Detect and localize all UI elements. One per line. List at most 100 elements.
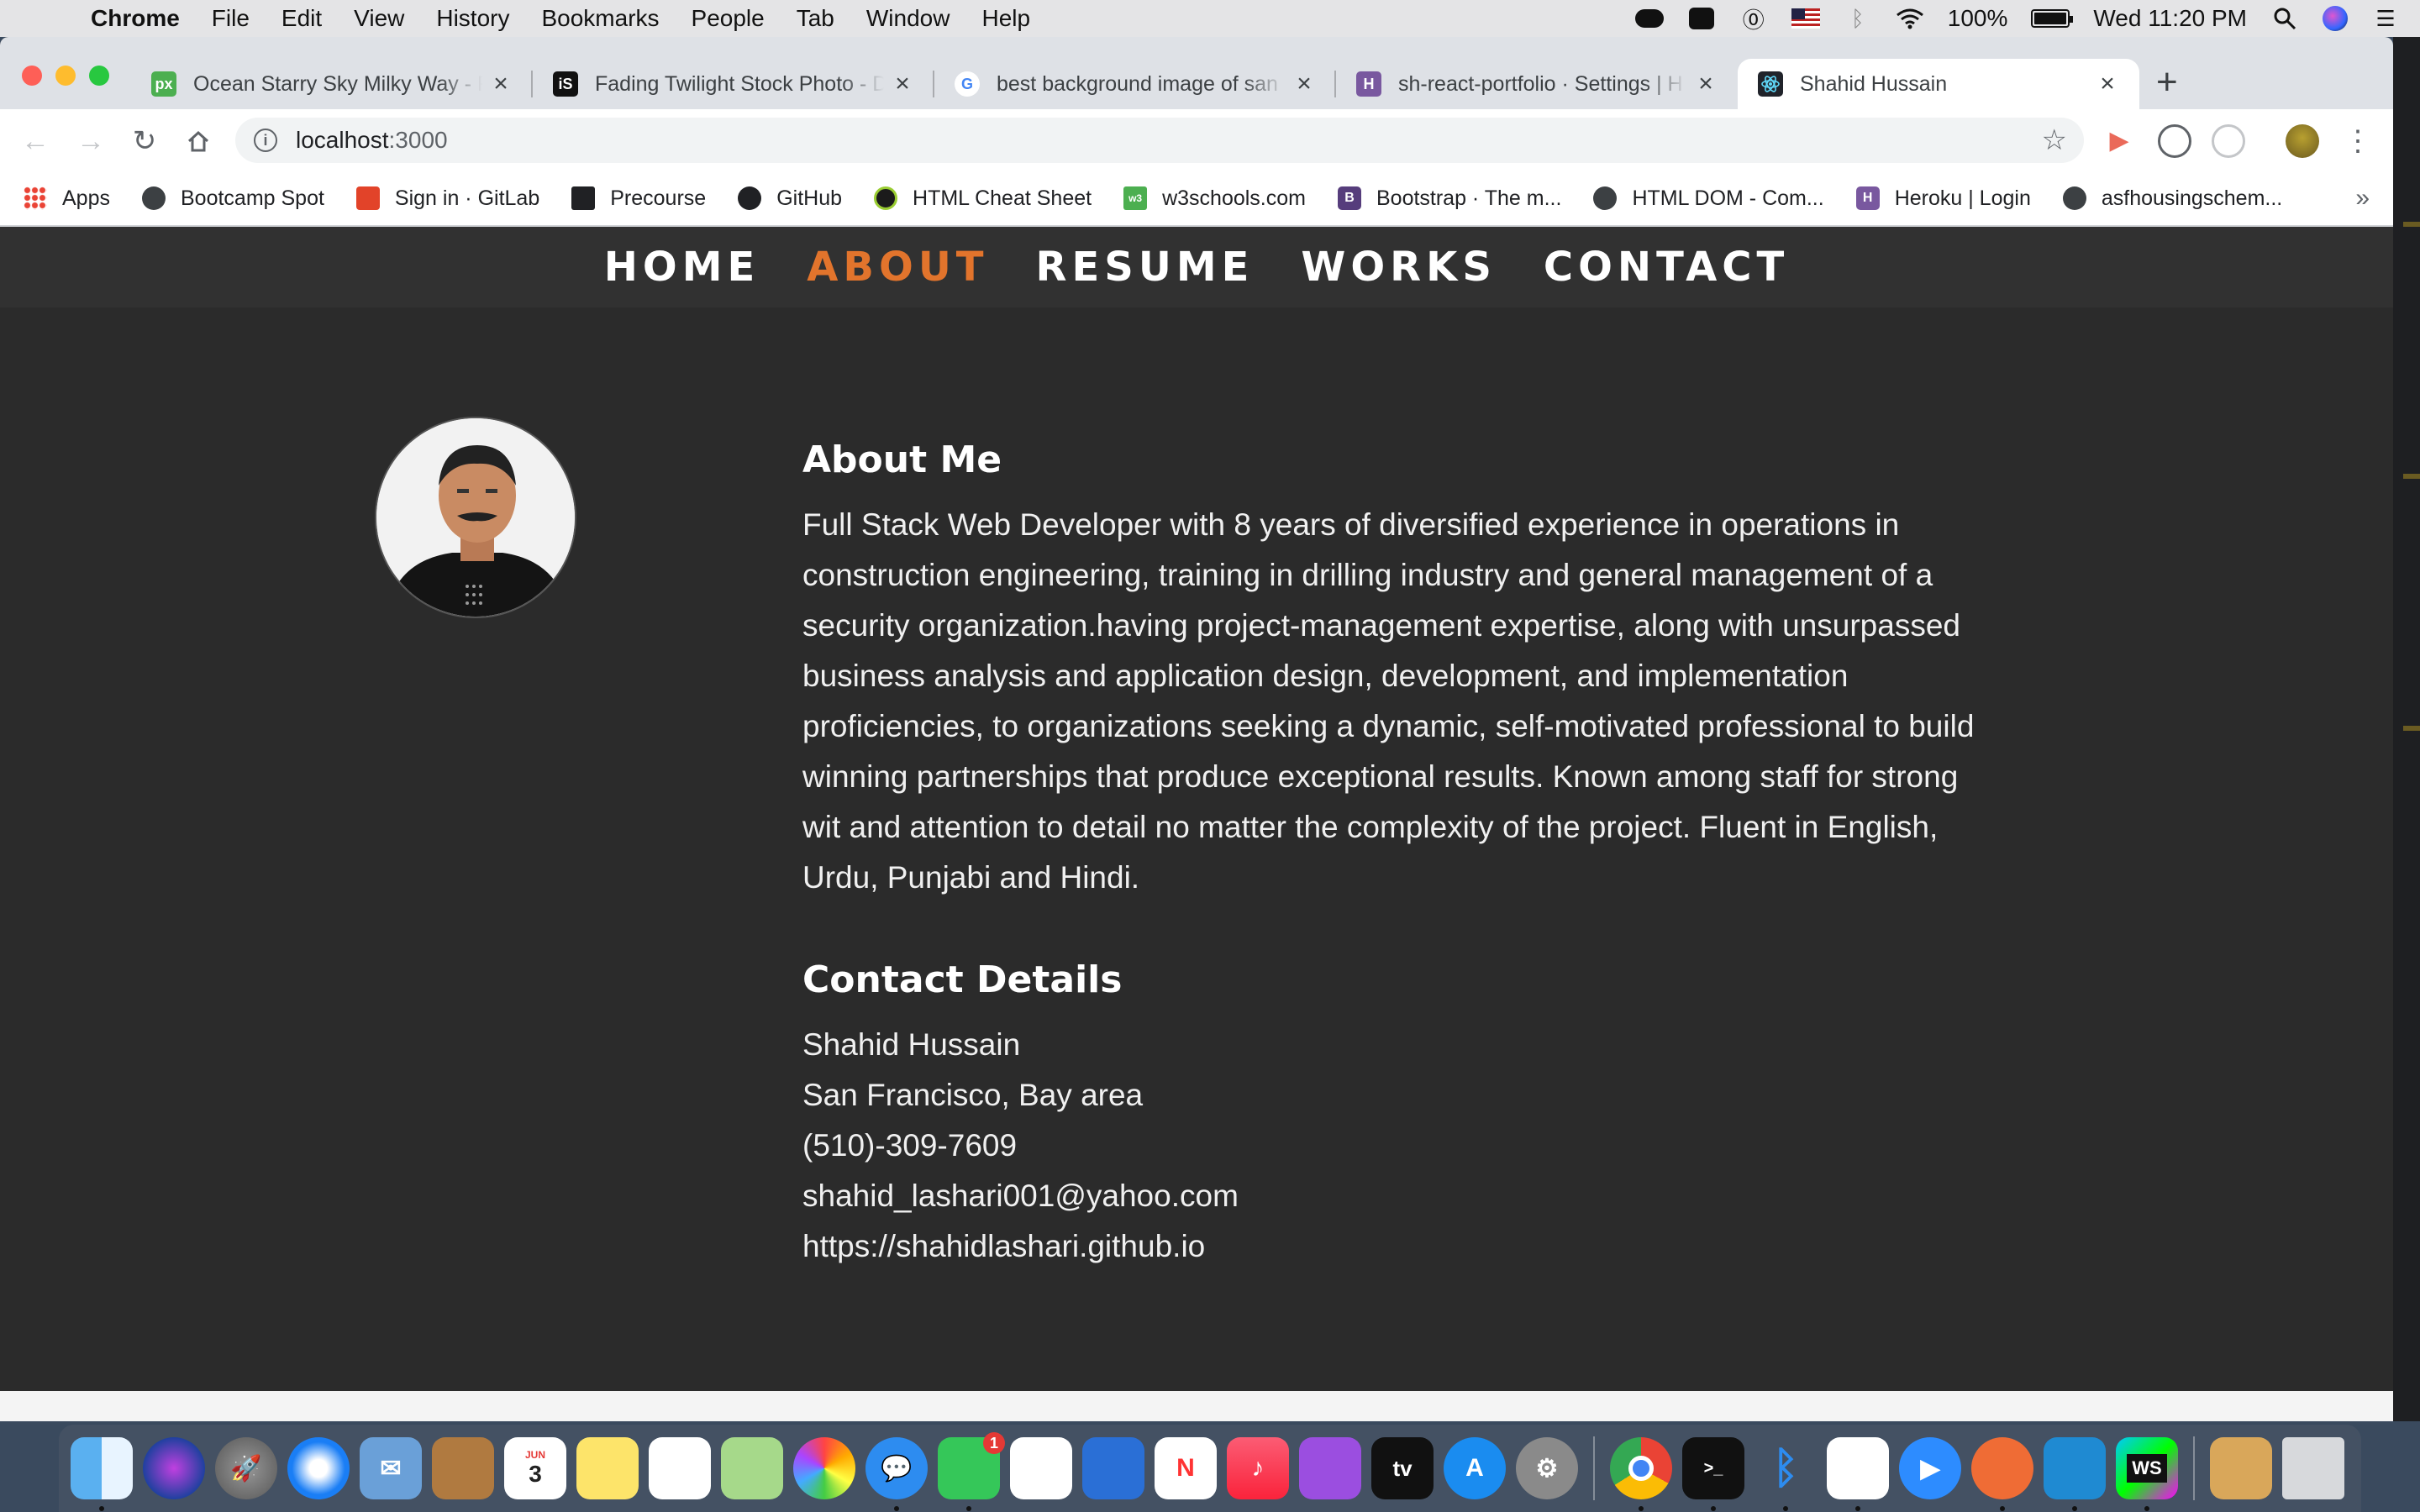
zoom-icon[interactable]: ▶ [1899, 1437, 1961, 1499]
terminal-icon[interactable]: >_ [1682, 1437, 1744, 1511]
bookmark-asfhousing[interactable]: asfhousingschem... [2062, 186, 2282, 211]
numbers-icon[interactable] [1010, 1437, 1072, 1499]
video-icon[interactable] [1687, 8, 1716, 29]
new-tab-button[interactable]: + [2156, 64, 2178, 101]
calendar-icon[interactable]: JUN 3 [504, 1437, 566, 1499]
nav-about[interactable]: ABOUT [807, 244, 988, 291]
bookmark-html-dom[interactable]: HTML DOM - Com... [1593, 186, 1824, 211]
bookmark-star-icon[interactable]: ☆ [2042, 123, 2067, 157]
chrome-menu-icon[interactable]: ⋮ [2341, 124, 2375, 158]
spotlight-search-icon[interactable] [2270, 8, 2299, 30]
zoom-window-button[interactable] [89, 66, 109, 86]
bluetooth-dock-icon[interactable]: ᛒ [1754, 1437, 1817, 1511]
contact-email[interactable]: shahid_lashari001@yahoo.com [802, 1171, 1979, 1221]
bookmark-apps[interactable]: Apps [24, 186, 110, 211]
home-icon[interactable] [182, 124, 215, 158]
site-info-icon[interactable]: i [254, 129, 277, 152]
bookmark-bootstrap[interactable]: B Bootstrap · The m... [1337, 186, 1561, 211]
notes-icon[interactable] [576, 1437, 639, 1499]
bookmark-bootcamp-spot[interactable]: Bootcamp Spot [141, 186, 324, 211]
menu-help[interactable]: Help [981, 5, 1030, 32]
maps-icon[interactable] [721, 1437, 783, 1499]
webstorm-icon[interactable]: WS [2116, 1437, 2178, 1511]
app-store-icon[interactable]: A [1444, 1437, 1506, 1499]
profile-avatar[interactable] [2286, 124, 2319, 158]
nav-works[interactable]: WORKS [1301, 244, 1496, 291]
tab-shahid-hussain[interactable]: Shahid Hussain × [1738, 59, 2139, 109]
menu-people[interactable]: People [692, 5, 765, 32]
notification-center-icon[interactable]: ☰ [2371, 6, 2400, 31]
cheatsheet-icon [874, 186, 898, 210]
menubar-clock[interactable]: Wed 11:20 PM [2093, 5, 2247, 32]
extension-cast-icon[interactable]: ▶ [2102, 124, 2136, 158]
tab-heroku-settings[interactable]: H sh-react-portfolio · Settings | H × [1336, 59, 1738, 109]
siri-icon[interactable] [2323, 6, 2348, 31]
wifi-icon[interactable] [1896, 8, 1924, 29]
contact-website[interactable]: https://shahidlashari.github.io [802, 1221, 1979, 1272]
battery-icon[interactable] [2031, 9, 2074, 28]
bookmark-heroku[interactable]: H Heroku | Login [1855, 186, 2031, 211]
facetime-icon[interactable]: 1 [938, 1432, 1005, 1511]
tab-google-search[interactable]: G best background image of san × [934, 59, 1336, 109]
chrome-dock-icon[interactable] [1610, 1437, 1672, 1511]
tab-ocean-starry-sky[interactable]: px Ocean Starry Sky Milky Way - F × [131, 59, 533, 109]
heroku-favicon-icon: H [1356, 71, 1381, 97]
downloads-stack-icon[interactable] [2210, 1437, 2272, 1499]
podcasts-icon[interactable] [1299, 1437, 1361, 1499]
menu-view[interactable]: View [354, 5, 404, 32]
trash-icon[interactable] [2282, 1437, 2344, 1499]
nav-contact[interactable]: CONTACT [1544, 244, 1789, 291]
finder-icon[interactable] [71, 1437, 133, 1511]
postman-icon[interactable] [1971, 1437, 2033, 1511]
close-window-button[interactable] [22, 66, 42, 86]
mail-icon[interactable]: ✉ [360, 1437, 422, 1499]
address-url[interactable]: localhost:3000 [296, 127, 448, 154]
menu-tab[interactable]: Tab [797, 5, 834, 32]
contacts-icon[interactable] [432, 1437, 494, 1499]
menu-app-chrome[interactable]: Chrome [91, 5, 180, 32]
messages-icon[interactable]: 💬 [865, 1437, 928, 1511]
more-bookmarks-icon[interactable]: » [2355, 184, 2370, 213]
back-arrow-icon[interactable]: ← [18, 124, 52, 158]
minimize-window-button[interactable] [55, 66, 76, 86]
forward-arrow-icon[interactable]: → [74, 124, 108, 158]
menu-window[interactable]: Window [866, 5, 950, 32]
address-bar[interactable]: i localhost:3000 ☆ [235, 118, 2084, 163]
extension-target-icon[interactable] [2212, 124, 2245, 158]
keynote-icon[interactable] [1082, 1437, 1144, 1499]
close-tab-icon[interactable]: × [1292, 70, 1316, 98]
menu-edit[interactable]: Edit [281, 5, 322, 32]
bookmark-github[interactable]: GitHub [738, 186, 842, 211]
extension-circle-icon[interactable] [2158, 124, 2191, 158]
vscode-icon[interactable] [2044, 1437, 2106, 1511]
close-tab-icon[interactable]: × [2096, 70, 2119, 98]
bookmark-w3schools[interactable]: w3 w3schools.com [1123, 186, 1306, 211]
menu-history[interactable]: History [436, 5, 509, 32]
bookmark-gitlab[interactable]: Sign in · GitLab [355, 186, 539, 211]
reminders-icon[interactable] [649, 1437, 711, 1499]
safari-icon[interactable] [287, 1437, 350, 1499]
nav-home[interactable]: HOME [604, 244, 760, 291]
accessibility-icon[interactable]: ⓪ [1739, 8, 1768, 33]
launchpad-icon[interactable]: 🚀 [215, 1437, 277, 1499]
music-icon[interactable]: ♪ [1227, 1437, 1289, 1499]
apple-tv-icon[interactable]: tv [1371, 1437, 1434, 1499]
tab-fading-twilight[interactable]: iS Fading Twilight Stock Photo - D × [533, 59, 934, 109]
input-flag-icon[interactable] [1791, 8, 1820, 29]
menu-bookmarks[interactable]: Bookmarks [541, 5, 659, 32]
cloud-upload-icon[interactable] [1634, 8, 1664, 29]
news-icon[interactable]: N [1155, 1437, 1217, 1499]
system-preferences-icon[interactable]: ⚙ [1516, 1437, 1578, 1499]
bookmark-html-cheat-sheet[interactable]: HTML Cheat Sheet [874, 186, 1092, 211]
close-tab-icon[interactable]: × [489, 70, 513, 98]
nav-resume[interactable]: RESUME [1036, 244, 1255, 291]
bluetooth-icon[interactable]: ᛒ [1844, 6, 1872, 31]
siri-dock-icon[interactable] [143, 1437, 205, 1499]
bookmark-precourse[interactable]: Precourse [571, 186, 706, 211]
close-tab-icon[interactable]: × [1694, 70, 1718, 98]
photos-icon[interactable] [793, 1437, 855, 1499]
reload-icon[interactable]: ↻ [128, 124, 161, 158]
slack-icon[interactable] [1827, 1437, 1889, 1511]
close-tab-icon[interactable]: × [891, 70, 914, 98]
menu-file[interactable]: File [212, 5, 250, 32]
